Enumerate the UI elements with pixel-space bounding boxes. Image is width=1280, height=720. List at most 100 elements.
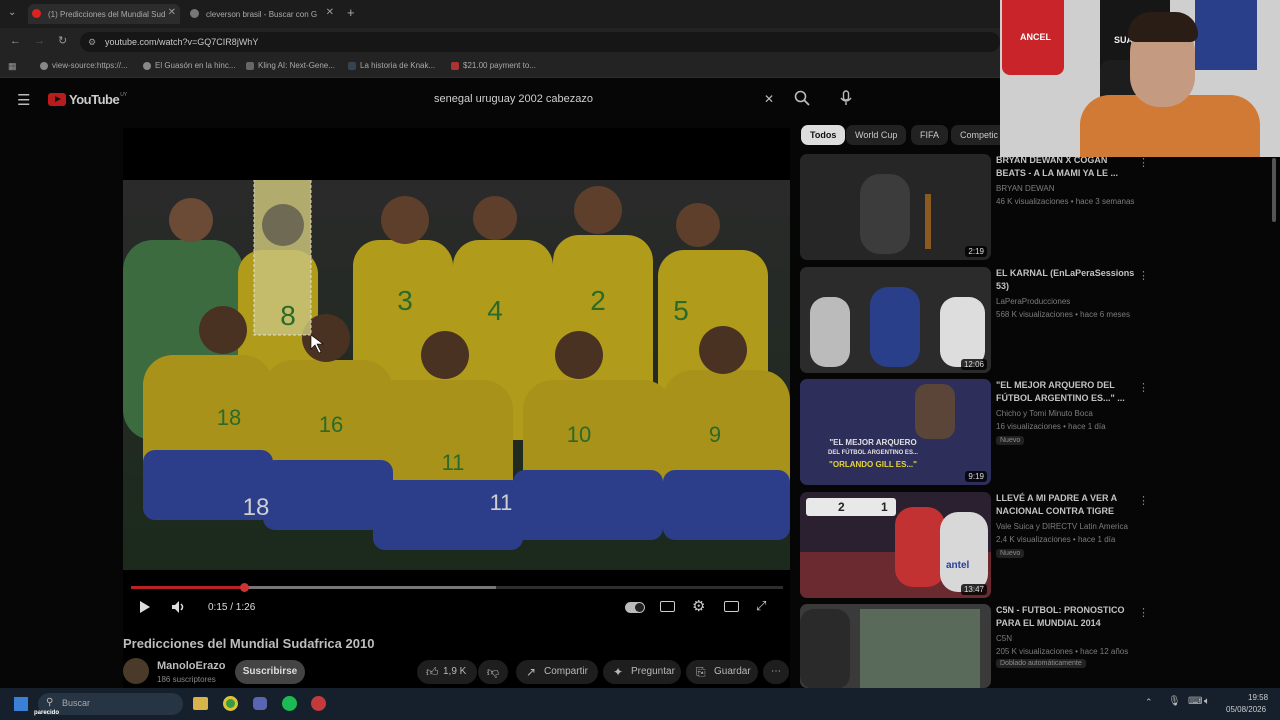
volume-icon[interactable] [171,600,187,614]
jersey-barcelona [1195,0,1257,70]
scrubber-handle[interactable] [240,583,250,592]
subscribe-button[interactable]: Suscribirse [235,660,305,684]
tab-google-search[interactable]: cleverson brasil - Buscar con G ✕ [186,4,338,24]
taskbar-date[interactable]: 05/08/2026 [1226,705,1266,714]
kebab-menu-icon[interactable]: ⋮ [1138,494,1149,507]
recommendation-channel: Vale Suica y DIRECTV Latin America [996,522,1128,531]
microphone-icon[interactable] [840,90,852,106]
jersey-number-text: 18 [243,494,270,521]
recommendation-title: LLEVÉ A MI PADRE A VER A NACIONAL CONTRA… [996,493,1117,516]
youtube-header: ☰ YouTube UY senegal uruguay 2002 cabeza… [0,78,1000,122]
chrome-icon[interactable] [223,696,238,711]
chip-all[interactable]: Todos [801,125,846,145]
chip-world-cup[interactable]: World Cup [846,125,907,145]
recommendation-card[interactable]: 2 1 antel 13:47 LLEVÉ A MI PADRE A VER A… [800,492,1160,598]
kebab-menu-icon[interactable]: ⋮ [1138,606,1149,619]
chip-competitions[interactable]: Competic [951,125,1000,145]
hamburger-menu-icon[interactable]: ☰ [17,91,30,109]
scrollbar[interactable] [1272,158,1276,222]
save-button[interactable]: ⎘ Guardar [686,660,758,684]
site-info-icon[interactable]: ⚙ [88,32,96,52]
bookmark-label: $21.00 payment to... [463,61,536,70]
back-icon[interactable]: ← [10,35,21,47]
windows-start-icon[interactable] [14,697,28,711]
thumbs-up-icon: 👍︎ [426,665,439,679]
ask-button[interactable]: ✦ Preguntar [603,660,681,684]
sparkle-icon: ✦ [613,665,624,679]
bookmark-label: El Guasón en la hinc... [155,61,236,70]
video-thumbnail[interactable] [800,604,991,688]
chevron-up-icon[interactable]: ⌃ [1145,697,1153,708]
recommendation-title: EL KARNAL (EnLaPeraSessions 53) [996,268,1135,291]
fullscreen-icon[interactable]: ⤢ [756,598,766,614]
new-tab-button[interactable]: + [347,5,355,20]
file-explorer-icon[interactable] [193,697,208,710]
recommendation-stats: 205 K visualizaciones • hace 12 años [996,647,1129,656]
search-input[interactable]: senegal uruguay 2002 cabezazo [434,93,593,105]
forward-icon[interactable]: → [34,35,45,47]
video-thumbnail[interactable]: 2:19 [800,154,991,260]
address-bar[interactable]: ⚙ youtube.com/watch?v=GQ7CIR8jWhY [80,32,1000,52]
tab-list-icon[interactable]: ⌄ [8,7,16,18]
recommendation-card[interactable]: C5N - FUTBOL: PRONOSTICO PARA EL MUNDIAL… [800,604,1160,688]
channel-name[interactable]: ManoloErazo [157,660,225,672]
bookmark-item[interactable]: El Guasón en la hinc... [143,61,236,70]
dislike-button[interactable]: 👎︎ [478,660,508,684]
like-button[interactable]: 👍︎ 1,9 K [417,660,477,684]
globe-icon [40,62,48,70]
video-player[interactable]: 8 3 4 2 5 18 16 11 10 9 18 11 0:15 / 1:2… [123,128,790,703]
more-actions-button[interactable]: ⋯ [763,660,789,684]
search-icon[interactable] [794,90,810,106]
microphone-tray-icon[interactable]: 🎙︎ [1168,696,1181,707]
taskbar-search[interactable]: ⚲ Buscar [38,693,183,715]
bookmark-item[interactable]: view-source:https://... [40,61,128,70]
clear-search-icon[interactable]: ✕ [764,92,774,106]
share-button[interactable]: ↗ Compartir [516,660,598,684]
play-icon[interactable] [139,600,151,614]
settings-gear-icon[interactable]: ⚙ [692,597,705,615]
save-label: Guardar [714,666,751,677]
youtube-play-logo-icon [48,93,66,106]
chip-fifa[interactable]: FIFA [911,125,949,145]
app-icon[interactable] [311,696,326,711]
youtube-favicon-icon [32,9,41,18]
duration-badge: 2:19 [965,246,987,257]
close-tab-icon[interactable]: ✕ [326,7,334,18]
recommendation-title: BRYAN DEWAN X COGAN BEATS - A LA MAMI YA… [996,155,1119,178]
channel-avatar[interactable] [123,658,149,684]
video-thumbnail[interactable]: 2 1 antel 13:47 [800,492,991,598]
bookmark-item[interactable]: $21.00 payment to... [451,61,536,70]
subtitles-icon[interactable] [660,601,675,612]
autoplay-toggle[interactable] [625,602,645,613]
discord-icon[interactable] [253,697,267,710]
spotify-icon[interactable] [282,696,297,711]
kebab-menu-icon[interactable]: ⋮ [1138,381,1149,394]
reload-icon[interactable]: ↻ [58,34,67,47]
recommendation-card[interactable]: 12:06 EL KARNAL (EnLaPeraSessions 53) La… [800,267,1160,373]
recommendation-stats: 16 visualizaciones • hace 1 día [996,422,1106,431]
bookmark-icon: ⎘ [696,665,706,679]
video-frame[interactable]: 8 3 4 2 5 18 16 11 10 9 18 11 [123,180,790,570]
tab-youtube[interactable]: (1) Predicciones del Mundial Sud ✕ [28,4,180,24]
share-label: Compartir [544,666,588,677]
jersey-number-text: 18 [217,405,241,430]
bookmark-site-icon [348,62,356,70]
video-thumbnail[interactable]: 12:06 [800,267,991,373]
apps-grid-icon[interactable]: ▦ [8,61,17,72]
close-tab-icon[interactable]: ✕ [168,7,176,18]
progress-bar[interactable] [131,583,783,592]
bookmark-item[interactable]: Kling AI: Next-Gene... [246,61,335,70]
overlay-caption: parecido [34,710,60,716]
jersey-number-text: 2 [590,285,606,316]
taskbar-clock[interactable]: 19:58 [1248,693,1268,702]
bookmark-item[interactable]: La historia de Knak... [348,61,435,70]
network-icon[interactable]: ⌨︎ [1188,696,1202,707]
video-thumbnail[interactable]: "EL MEJOR ARQUERO DEL FÚTBOL ARGENTINO E… [800,379,991,485]
theater-mode-icon[interactable] [724,601,739,612]
kebab-menu-icon[interactable]: ⋮ [1138,269,1149,282]
recommendation-card[interactable]: 2:19 BRYAN DEWAN X COGAN BEATS - A LA MA… [800,154,1160,260]
kebab-menu-icon[interactable]: ⋮ [1138,156,1149,169]
volume-tray-icon[interactable]: 🔈︎ [1204,696,1210,707]
youtube-logo[interactable]: YouTube UY [48,92,127,107]
recommendation-card[interactable]: "EL MEJOR ARQUERO DEL FÚTBOL ARGENTINO E… [800,379,1160,485]
